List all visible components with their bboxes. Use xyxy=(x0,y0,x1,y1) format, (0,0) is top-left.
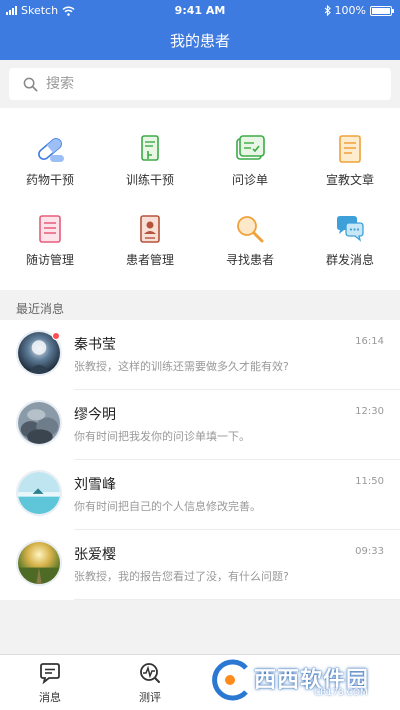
watermark-logo-icon xyxy=(210,658,250,702)
message-list: 秦书莹 张教授，这样的训练还需要做多久才能有效? 16:14 缪今明 你有时间把… xyxy=(0,320,400,600)
avatar xyxy=(16,470,62,516)
assessment-icon xyxy=(140,663,160,683)
watermark-url: CR173.COM xyxy=(314,688,368,698)
feature-label: 药物干预 xyxy=(25,173,74,187)
patient-card-icon xyxy=(140,215,160,243)
contact-name: 秦书莹 xyxy=(74,337,116,353)
contact-name: 张爱樱 xyxy=(74,547,116,563)
battery-percent: 100% xyxy=(334,4,366,17)
training-icon xyxy=(141,135,159,161)
avatar xyxy=(16,400,62,446)
message-row[interactable]: 秦书莹 张教授，这样的训练还需要做多久才能有效? 16:14 xyxy=(0,320,400,390)
feature-drug-intervention[interactable]: 药物干预 xyxy=(0,108,100,188)
contact-name: 缪今明 xyxy=(74,407,116,423)
feature-education-article[interactable]: 宣教文章 xyxy=(300,108,400,188)
search-box[interactable] xyxy=(9,68,391,100)
search-input[interactable] xyxy=(46,76,366,92)
bluetooth-icon xyxy=(324,5,331,16)
feature-followup-management[interactable]: 随访管理 xyxy=(0,188,100,268)
feature-label: 群发消息 xyxy=(325,253,374,267)
message-preview: 张教授，这样的训练还需要做多久才能有效? xyxy=(74,360,289,373)
message-time: 11:50 xyxy=(355,476,384,487)
feature-training-intervention[interactable]: 训练干预 xyxy=(100,108,200,188)
feature-inquiry-form[interactable]: 问诊单 xyxy=(200,108,300,188)
feature-label: 问诊单 xyxy=(231,173,268,187)
search-icon xyxy=(23,77,38,91)
feature-patient-management[interactable]: 患者管理 xyxy=(100,188,200,268)
feature-label: 随访管理 xyxy=(25,253,74,267)
battery-icon xyxy=(370,5,394,16)
message-time: 09:33 xyxy=(355,546,384,557)
feature-label: 患者管理 xyxy=(125,253,174,267)
message-preview: 张教授，我的报告您看过了没，有什么问题? xyxy=(74,570,289,583)
inquiry-form-icon xyxy=(236,135,265,160)
feature-label: 寻找患者 xyxy=(225,253,274,267)
message-time: 12:30 xyxy=(355,406,384,417)
feature-find-patient[interactable]: 寻找患者 xyxy=(200,188,300,268)
feature-label: 训练干预 xyxy=(125,173,174,187)
magnifier-icon xyxy=(237,216,264,243)
pill-icon xyxy=(38,138,64,162)
message-row[interactable]: 张爱樱 张教授，我的报告您看过了没，有什么问题? 09:33 xyxy=(0,530,400,600)
message-preview: 你有时间把我发你的问诊单填一下。 xyxy=(74,430,250,443)
message-time: 16:14 xyxy=(355,336,384,347)
chat-bubbles-icon xyxy=(337,216,364,242)
feature-label: 宣教文章 xyxy=(325,173,374,187)
unread-dot xyxy=(52,332,60,340)
status-bar: Sketch 9:41 AM 100% xyxy=(0,0,400,22)
avatar xyxy=(16,540,62,586)
contact-name: 刘雪峰 xyxy=(74,477,116,493)
search-bar xyxy=(0,60,400,108)
page-title: 我的患者 xyxy=(169,32,230,50)
header: Sketch 9:41 AM 100% 我的患者 xyxy=(0,0,400,60)
message-row[interactable]: 缪今明 你有时间把我发你的问诊单填一下。 12:30 xyxy=(0,390,400,460)
message-icon xyxy=(40,663,60,685)
feature-grid: 药物干预 训练干预 问诊单 宣教文章 随访管理 患者管理 寻找患者 群发消息 xyxy=(0,108,400,290)
feature-broadcast-message[interactable]: 群发消息 xyxy=(300,188,400,268)
divider xyxy=(74,599,400,600)
followup-icon xyxy=(39,215,61,243)
section-title: 最近消息 xyxy=(16,302,65,316)
message-row[interactable]: 刘雪峰 你有时间把自己的个人信息修改完善。 11:50 xyxy=(0,460,400,530)
tab-label: 消息 xyxy=(39,691,61,704)
status-right: 100% xyxy=(324,4,394,17)
article-icon xyxy=(339,135,361,163)
watermark: 西西软件园 CR173.COM xyxy=(206,658,396,704)
tab-label: 测评 xyxy=(139,691,161,704)
tab-messages[interactable]: 消息 xyxy=(0,655,100,710)
message-preview: 你有时间把自己的个人信息修改完善。 xyxy=(74,500,261,513)
tab-assessment[interactable]: 测评 xyxy=(100,655,200,710)
